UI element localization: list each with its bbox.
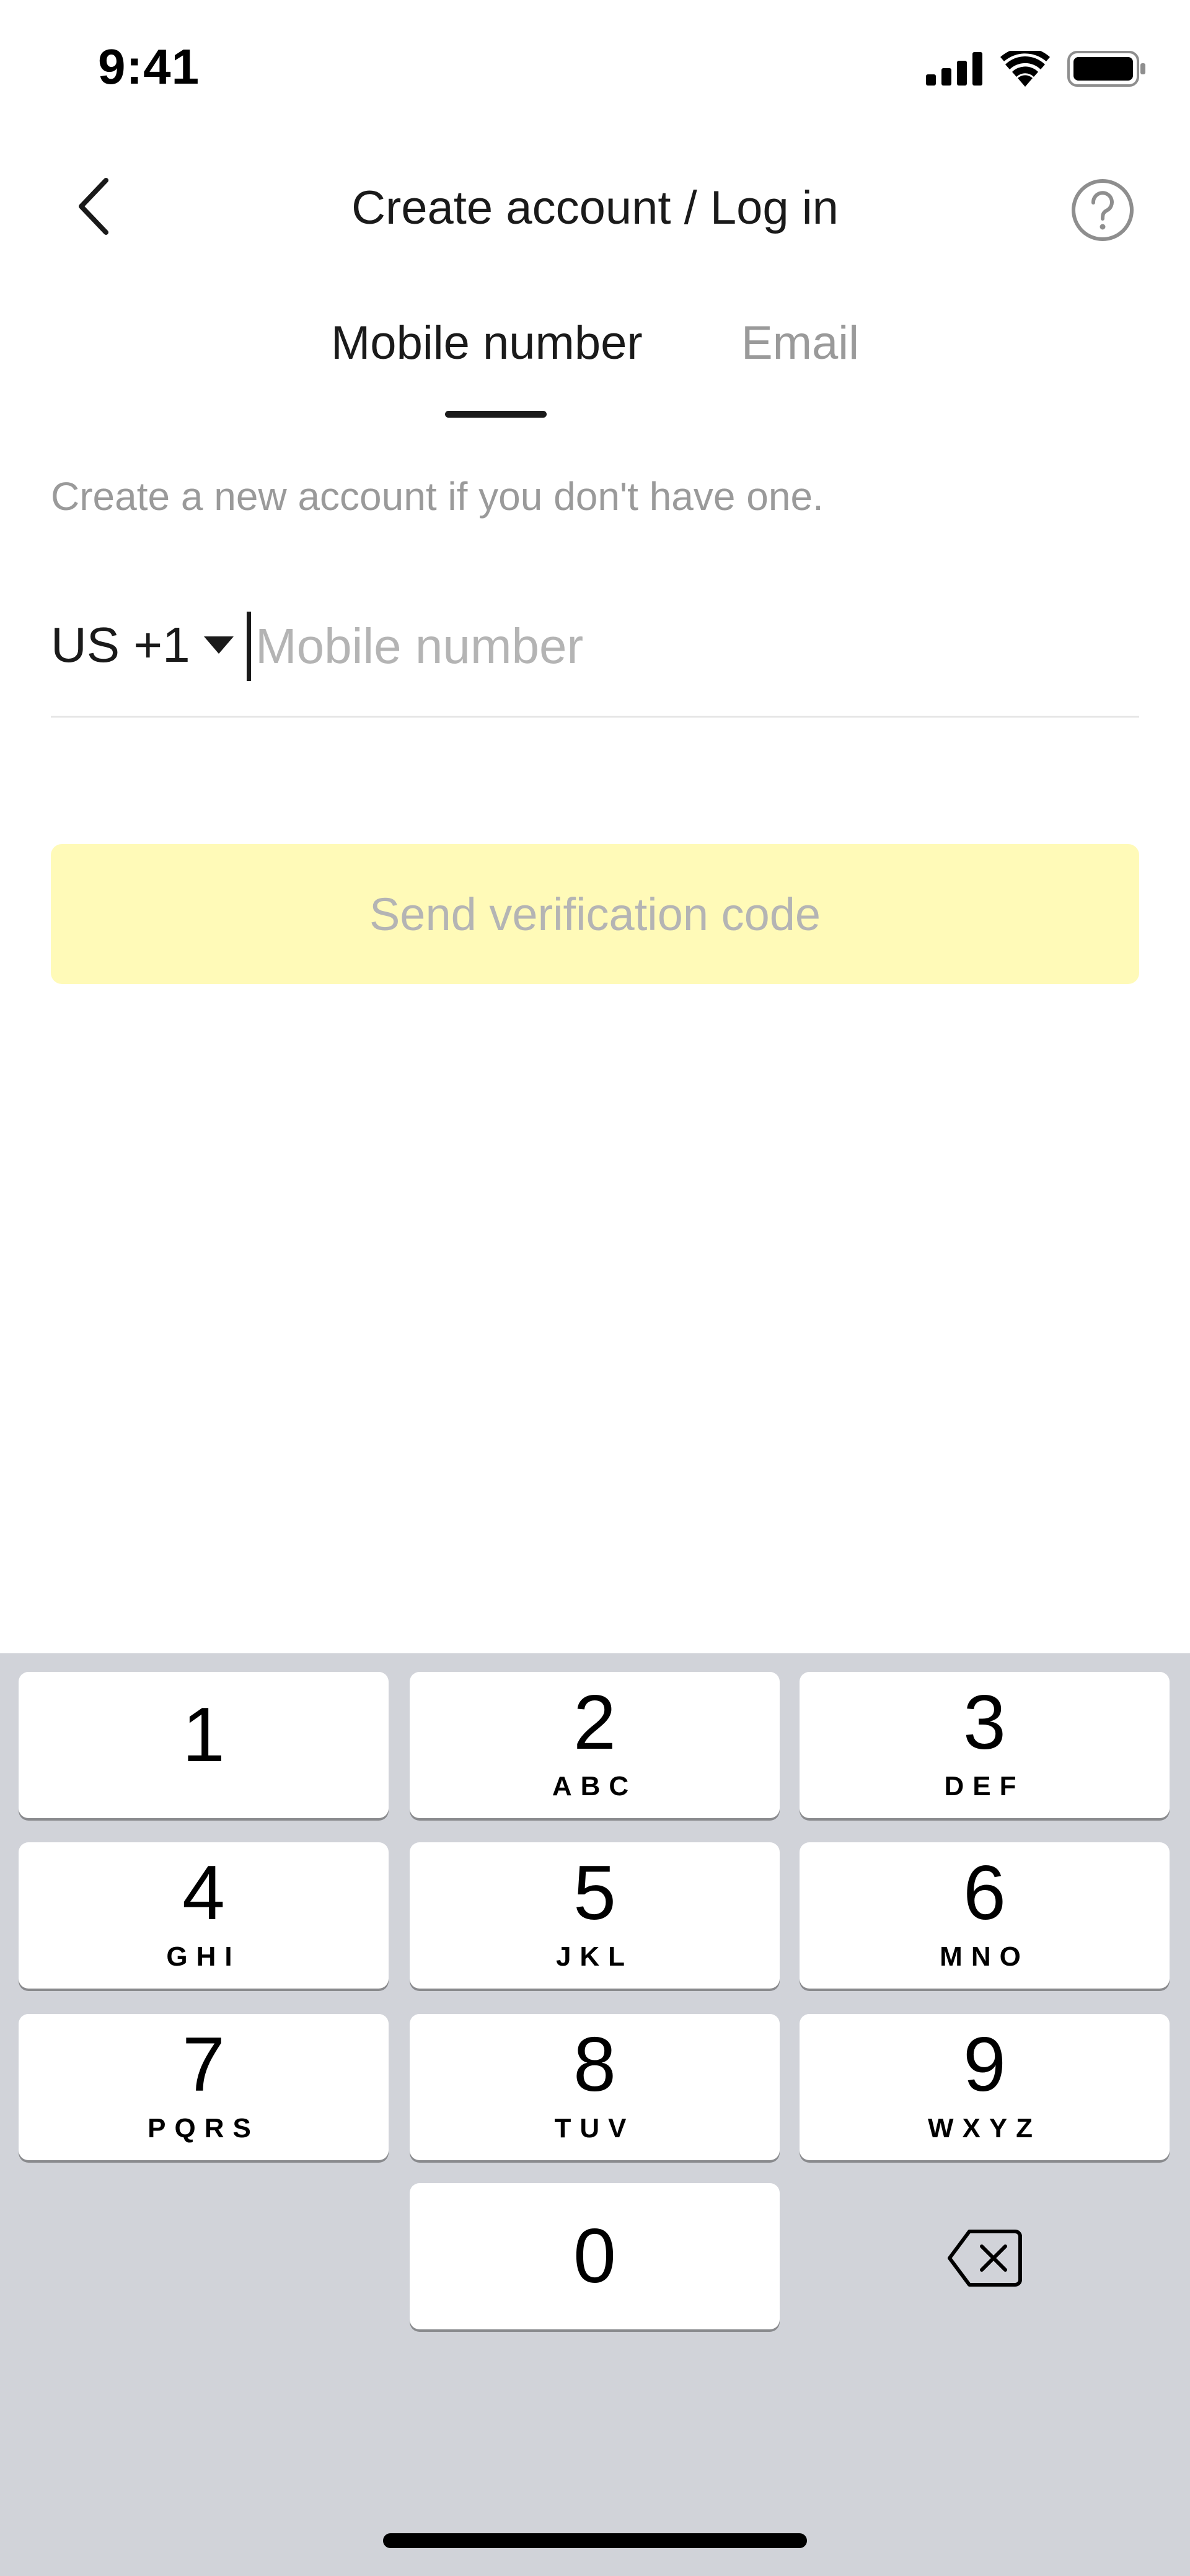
battery-icon (1067, 51, 1147, 90)
backspace-icon (947, 2229, 1023, 2290)
status-icons (926, 47, 1147, 90)
status-bar: 9:41 (0, 0, 1190, 143)
status-time: 9:41 (98, 39, 200, 94)
text-cursor (247, 612, 251, 681)
key-letters: WXYZ (927, 2113, 1042, 2143)
numeric-keypad: 1 2 ABC 3 DEF 4 GHI 5 JKL 6 MNO 7 PQRS 8 (0, 1653, 1190, 2576)
login-screen: 9:41 Create account / Log in Mobile numb… (0, 0, 1190, 2576)
nav-header: Create account / Log in (0, 155, 1190, 266)
tab-mobile-number[interactable]: Mobile number (331, 316, 643, 370)
key-digit: 5 (573, 1850, 616, 1936)
tab-email[interactable]: Email (741, 316, 859, 370)
cellular-signal-icon (926, 52, 983, 89)
help-button[interactable] (1069, 177, 1137, 245)
key-5[interactable]: 5 JKL (410, 1842, 780, 1989)
wifi-icon (1000, 47, 1050, 90)
login-method-tabs: Mobile number Email (0, 316, 1190, 428)
key-4[interactable]: 4 GHI (19, 1842, 389, 1989)
helper-text: Create a new account if you don't have o… (51, 474, 824, 519)
key-digit: 9 (963, 2022, 1006, 2108)
home-indicator (383, 2533, 807, 2548)
key-digit: 8 (573, 2022, 616, 2108)
key-0[interactable]: 0 (410, 2183, 780, 2329)
key-2[interactable]: 2 ABC (410, 1672, 780, 1818)
help-circle-icon (1070, 178, 1135, 245)
key-1[interactable]: 1 (19, 1672, 389, 1818)
key-digit: 1 (182, 1692, 225, 1778)
key-9[interactable]: 9 WXYZ (800, 2014, 1170, 2160)
key-3[interactable]: 3 DEF (800, 1672, 1170, 1818)
key-digit: 6 (963, 1850, 1006, 1936)
page-title: Create account / Log in (351, 182, 839, 234)
send-verification-code-button[interactable]: Send verification code (51, 844, 1139, 984)
caret-down-icon (203, 636, 234, 654)
key-8[interactable]: 8 TUV (410, 2014, 780, 2160)
key-letters: MNO (940, 1941, 1029, 1972)
key-letters: DEF (944, 1771, 1025, 1801)
key-letters: TUV (554, 2113, 635, 2143)
key-6[interactable]: 6 MNO (800, 1842, 1170, 1989)
mobile-number-input[interactable] (255, 612, 1123, 681)
key-letters: JKL (555, 1941, 634, 1972)
country-code-selector[interactable]: US +1 (51, 617, 234, 674)
active-tab-indicator (445, 411, 547, 418)
key-7[interactable]: 7 PQRS (19, 2014, 389, 2160)
backspace-key[interactable] (800, 2186, 1170, 2332)
key-letters: GHI (166, 1941, 241, 1972)
key-digit: 0 (573, 2213, 616, 2299)
phone-input-row: US +1 (51, 604, 1139, 718)
key-digit: 7 (182, 2022, 225, 2108)
key-digit: 4 (182, 1850, 225, 1936)
key-letters: ABC (552, 1771, 638, 1801)
key-digit: 2 (573, 1680, 616, 1765)
country-code-label: US +1 (51, 617, 190, 672)
key-digit: 3 (963, 1680, 1006, 1765)
key-letters: PQRS (148, 2113, 260, 2143)
